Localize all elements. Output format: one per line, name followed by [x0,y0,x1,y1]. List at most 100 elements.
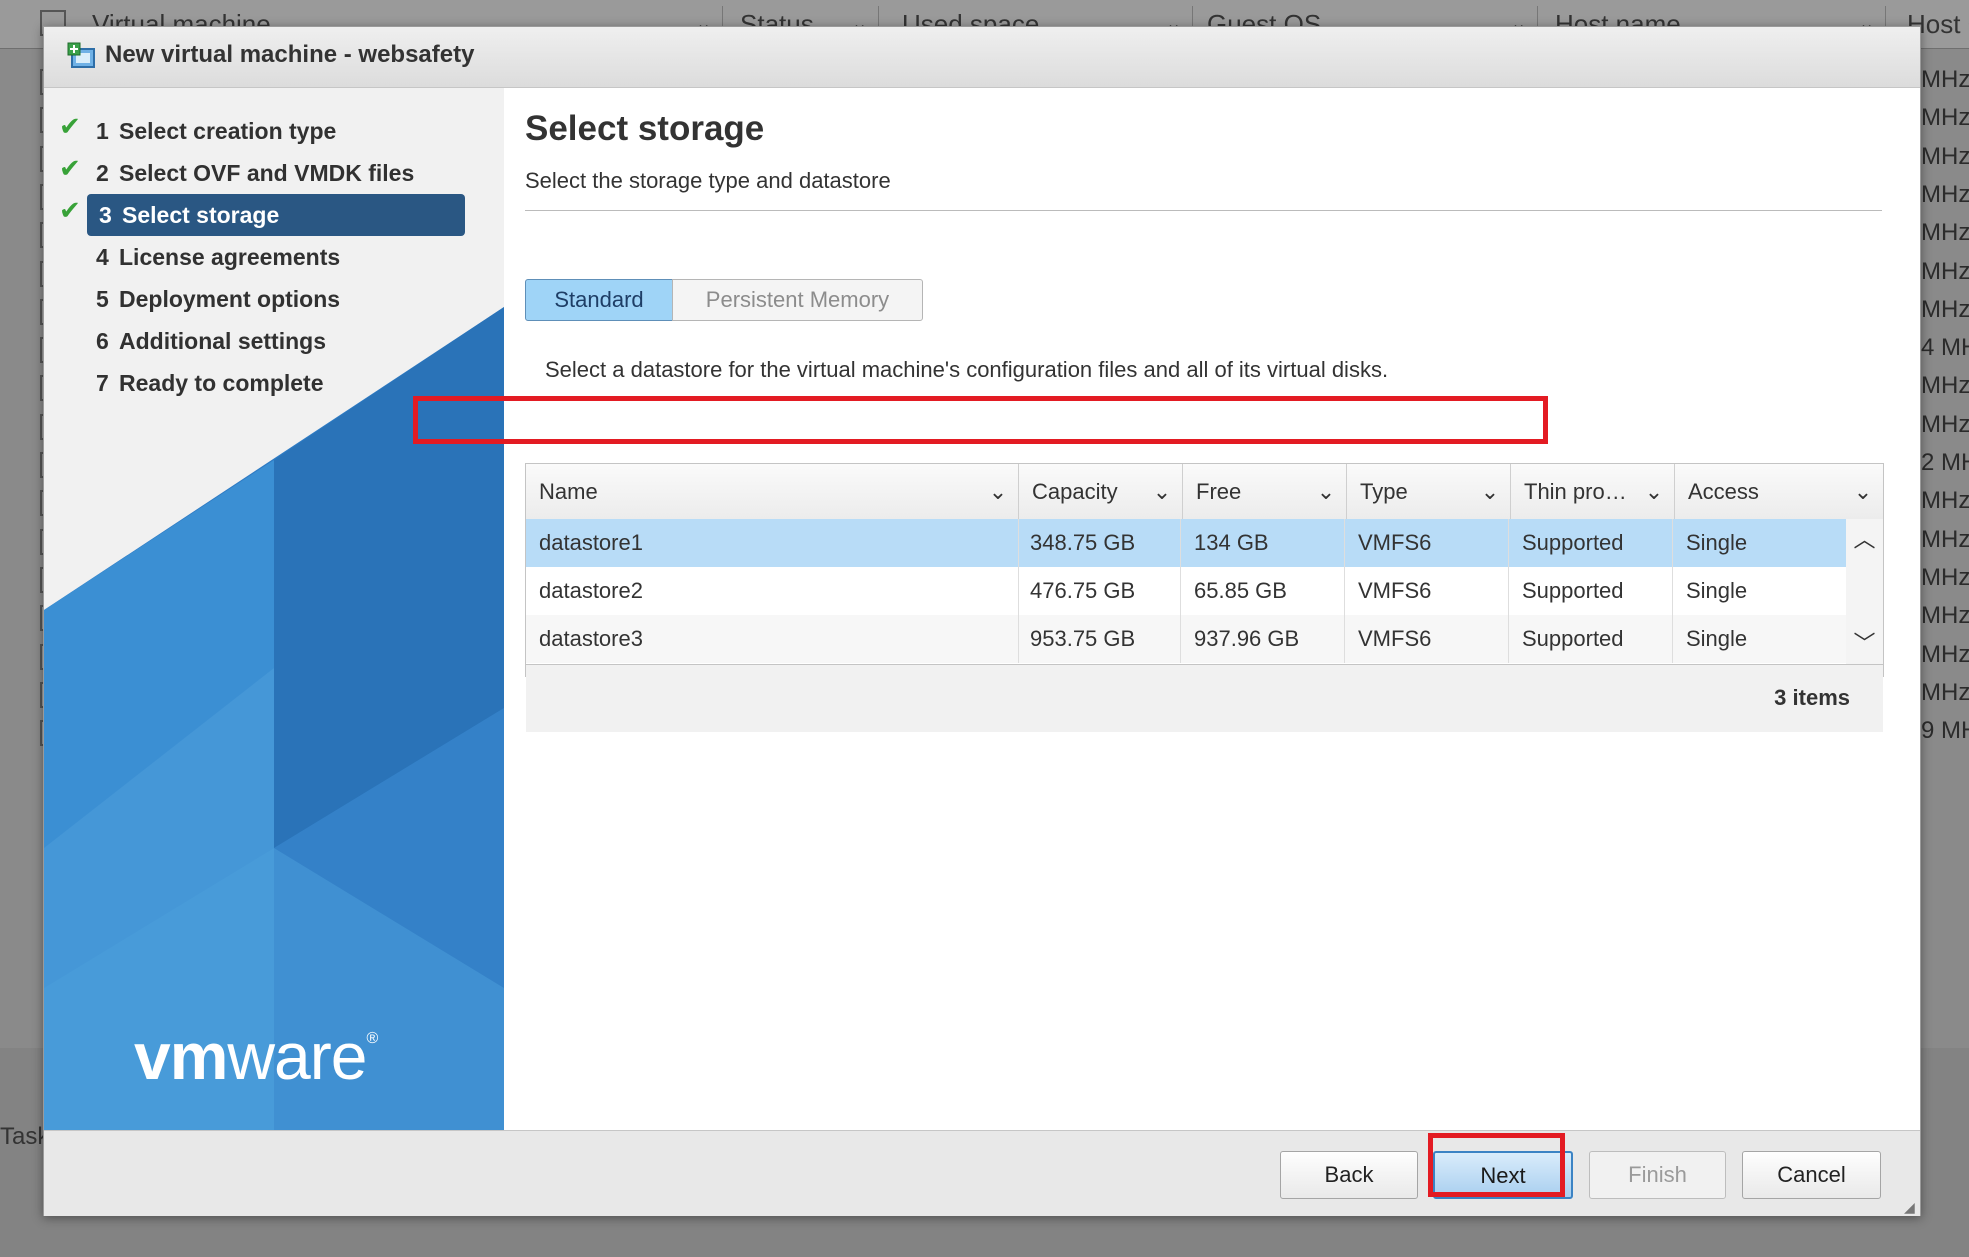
table-header: Name ⌄ Capacity ⌄ Free ⌄ Type ⌄ Thin pro… ⌄ Access… [526,464,1883,520]
table-cell: datastore1 [526,519,1019,567]
new-vm-dialog: New virtual machine - websafety ✔ 1 Select… [43,26,1921,1216]
header-label: Capacity [1032,479,1118,504]
step-number: 2 [96,160,109,186]
header-col-access[interactable]: Access ⌄ [1675,464,1883,519]
dialog-title: New virtual machine - websafety [105,41,475,68]
table-cell: 134 GB [1181,519,1345,567]
table-row[interactable]: datastore3 953.75 GB 937.96 GB VMFS6 Support… [526,615,1846,663]
table-cell: datastore2 [526,567,1019,615]
chevron-down-icon[interactable]: ⌄ [988,464,1008,519]
table-cell: Single [1686,626,1748,651]
vmware-logo: vmware® [134,1019,378,1093]
step-number: 3 [99,202,112,228]
chevron-down-icon[interactable]: ⌄ [1644,464,1664,519]
back-button[interactable]: Back [1280,1151,1418,1199]
finish-button: Finish [1589,1151,1726,1199]
table-cell: VMFS6 [1345,567,1509,615]
background-task-label: Task [0,1123,50,1150]
header-col-free[interactable]: Free ⌄ [1183,464,1347,519]
header-col-thin-provisioning[interactable]: Thin pro… ⌄ [1511,464,1675,519]
table-scrollbar[interactable]: ︿ ﹀ [1846,519,1883,664]
step-number: 1 [96,118,109,144]
background-cpu-cell: MHz [1921,678,1969,706]
chevron-down-icon[interactable]: ⌄ [1853,464,1873,519]
table-cell: 937.96 GB [1181,615,1345,663]
step-label: Select creation type [119,118,337,144]
wizard-step-2[interactable]: 2 Select OVF and VMDK files [84,152,468,194]
tab-standard[interactable]: Standard [525,279,673,321]
background-cpu-cell: MHz [1921,180,1969,208]
table-cell: Supported [1509,519,1673,567]
divider [525,210,1882,211]
datastore-table: Name ⌄ Capacity ⌄ Free ⌄ Type ⌄ Thin pro… ⌄ Access… [525,463,1884,732]
table-cell: VMFS6 [1345,519,1509,567]
table-cell: 65.85 GB [1181,567,1345,615]
table-row[interactable]: datastore2 476.75 GB 65.85 GB VMFS6 Supporte… [526,567,1846,615]
background-cpu-cell: MHz [1921,104,1969,132]
header-label: Type [1360,479,1408,504]
chevron-down-icon[interactable]: ⌄ [1316,464,1336,519]
wizard-step-6[interactable]: 6 Additional settings [84,320,468,362]
wizard-step-7[interactable]: 7 Ready to complete [84,362,468,404]
table-cell: 348.75 GB [1017,519,1181,567]
table-cell: 953.75 GB [1017,615,1181,663]
next-button[interactable]: Next [1433,1151,1573,1199]
table-cell: datastore3 [526,615,1019,663]
wizard-step-4[interactable]: 4 License agreements [84,236,468,278]
table-row[interactable]: datastore1 348.75 GB 134 GB VMFS6 Supported S… [526,519,1846,567]
dialog-titlebar[interactable]: New virtual machine - websafety [44,27,1920,88]
item-count: 3 items [1774,685,1850,710]
step-label: Deployment options [119,286,341,312]
header-label: Free [1196,479,1242,504]
chevron-up-icon[interactable]: ︿ [1846,525,1883,555]
background-cpu-cell: MHz [1921,487,1969,515]
step-label: Select storage [122,202,280,228]
instruction-text: Select a datastore for the virtual machi… [545,357,1389,382]
background-cpu-cell: 9 MH [1921,717,1969,745]
checkmark-icon: ✔ [59,195,81,225]
header-label: Access [1688,479,1759,504]
wizard-content: Select storage Select the storage type a… [504,88,1920,1130]
table-cell: 476.75 GB [1017,567,1181,615]
header-label: Name [539,479,598,504]
new-vm-icon [67,42,95,68]
table-cell: Single [1686,578,1748,603]
wizard-step-3[interactable]: 3 Select storage [87,194,465,236]
checkmark-icon: ✔ [59,111,81,141]
table-cell: VMFS6 [1345,615,1509,663]
header-label: Thin pro… [1524,479,1627,504]
background-cpu-cell: MHz [1921,410,1969,438]
background-cpu-cell: MHz [1921,66,1969,93]
step-number: 5 [96,286,109,312]
background-cpu-cell: MHz [1921,295,1969,323]
page-title: Select storage [525,109,765,148]
table-cell: Supported [1509,567,1673,615]
background-cpu-cell: MHz [1921,563,1969,591]
chevron-down-icon[interactable]: ⌄ [1152,464,1172,519]
step-number: 4 [96,244,109,270]
background-cpu-cell: 4 MH [1921,334,1969,362]
chevron-down-icon[interactable]: ﹀ [1846,629,1883,659]
table-cell: Single [1686,530,1748,555]
step-label: License agreements [119,244,341,270]
wizard-step-5[interactable]: 5 Deployment options [84,278,468,320]
background-cpu-cell: MHz [1921,257,1969,285]
resize-grip-icon[interactable]: ◢ [1904,1200,1918,1214]
header-col-type[interactable]: Type ⌄ [1347,464,1511,519]
background-cpu-cell: MHz [1921,602,1969,630]
step-label: Ready to complete [119,370,324,396]
cancel-button[interactable]: Cancel [1742,1151,1881,1199]
background-cpu-cell: MHz [1921,525,1969,553]
header-col-capacity[interactable]: Capacity ⌄ [1019,464,1183,519]
step-number: 7 [96,370,109,396]
background-cpu-cell: 2 MH [1921,449,1969,476]
chevron-down-icon[interactable]: ⌄ [1480,464,1500,519]
wizard-steps-panel: ✔ 1 Select creation type ✔ 2 Select OVF and V… [44,88,504,1130]
background-cpu-cell: MHz [1921,219,1969,247]
step-label: Select OVF and VMDK files [119,160,415,186]
tab-persistent-memory[interactable]: Persistent Memory [672,279,923,321]
background-cpu-cell: MHz [1921,142,1969,170]
dialog-footer: Back Next Finish Cancel ◢ [44,1130,1920,1216]
header-col-name[interactable]: Name ⌄ [526,464,1019,519]
wizard-step-1[interactable]: 1 Select creation type [84,110,468,152]
